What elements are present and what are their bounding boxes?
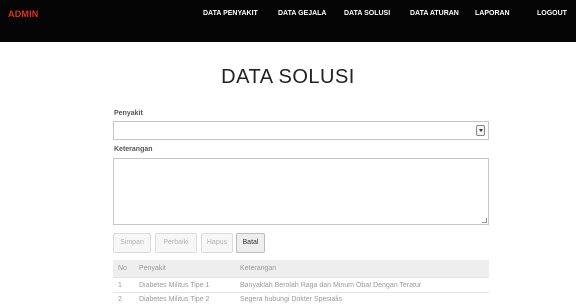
table-cell-no: 2 xyxy=(118,296,122,303)
table-cell-keterangan[interactable]: Banyaklah Berolah Raga dan Minum Obat De… xyxy=(240,282,421,289)
table-header-row xyxy=(113,260,489,277)
nav-data-gejala[interactable]: DATA GEJALA xyxy=(278,10,326,17)
perbaiki-button[interactable]: Perbaiki xyxy=(155,233,197,253)
table-cell-penyakit[interactable]: Diabetes Militus Tipe 2 xyxy=(139,296,209,303)
keterangan-label: Keterangan xyxy=(114,146,153,153)
col-header-no: No xyxy=(118,265,127,272)
table-cell-penyakit[interactable]: Diabetes Militus Tipe 1 xyxy=(139,282,209,289)
table-cell-no: 1 xyxy=(118,282,122,289)
table-cell-keterangan[interactable]: Segera hubungi Dokter Spesialis xyxy=(240,296,342,303)
col-header-keterangan: Keterangan xyxy=(240,265,277,272)
nav-laporan[interactable]: LAPORAN xyxy=(475,10,510,17)
nav-data-aturan[interactable]: DATA ATURAN xyxy=(410,10,459,17)
keterangan-textarea[interactable] xyxy=(113,158,489,225)
col-header-penyakit: Penyakit xyxy=(139,265,166,272)
row-divider xyxy=(113,277,489,278)
resize-grip-icon[interactable] xyxy=(482,218,487,223)
hapus-button[interactable]: Hapus xyxy=(201,233,233,253)
nav-data-penyakit[interactable]: DATA PENYAKIT xyxy=(203,10,258,17)
chevron-down-icon[interactable] xyxy=(476,125,485,136)
page-title: DATA SOLUSI xyxy=(221,66,355,88)
brand-logo[interactable]: ADMIN xyxy=(8,9,39,19)
top-navbar: ADMIN DATA PENYAKIT DATA GEJALA DATA SOL… xyxy=(0,0,576,42)
penyakit-select[interactable] xyxy=(113,121,489,140)
row-divider xyxy=(113,292,489,293)
batal-button[interactable]: Batal xyxy=(236,233,265,253)
nav-data-solusi[interactable]: DATA SOLUSI xyxy=(344,10,390,17)
simpan-button[interactable]: Simpan xyxy=(113,233,151,253)
penyakit-label: Penyakit xyxy=(114,110,143,117)
nav-logout[interactable]: LOGOUT xyxy=(537,10,567,17)
